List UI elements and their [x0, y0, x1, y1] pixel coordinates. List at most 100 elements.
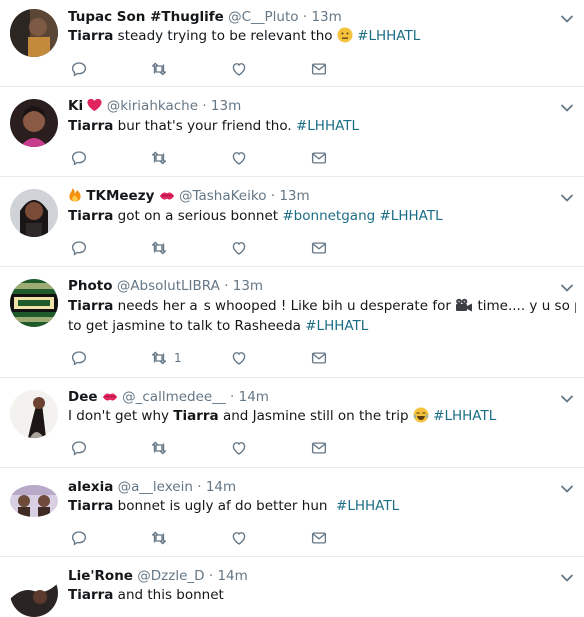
- display-name[interactable]: Lie'Rone: [68, 568, 133, 584]
- envelope-icon: [310, 439, 328, 457]
- hashtag[interactable]: #LHHATL: [380, 208, 443, 224]
- username[interactable]: @_callmedee__: [122, 389, 226, 405]
- timestamp[interactable]: 13m: [211, 98, 241, 114]
- heart-icon: [87, 98, 102, 112]
- separator: ·: [208, 568, 214, 584]
- tweet-3[interactable]: TKMeezy @TashaKeiko · 13m Tiarra got on …: [0, 177, 584, 267]
- timestamp[interactable]: 14m: [206, 479, 236, 495]
- mention[interactable]: Tiarra: [173, 408, 218, 424]
- direct-message-button[interactable]: [310, 148, 328, 168]
- reply-icon: [70, 349, 88, 367]
- chevron-down-icon[interactable]: [560, 482, 574, 496]
- envelope-icon: [310, 60, 328, 78]
- text-body-end: time.... y u so pressed: [477, 298, 576, 314]
- kiss-icon: [159, 192, 174, 200]
- heart-icon: [230, 239, 248, 257]
- mention[interactable]: Tiarra: [68, 28, 113, 44]
- retweet-icon: [150, 529, 168, 547]
- hashtag[interactable]: #LHHATL: [296, 118, 359, 134]
- reply-icon: [70, 149, 88, 167]
- mention[interactable]: Tiarra: [68, 498, 113, 514]
- tweet-4[interactable]: Photo @AbsolutLIBRA · 13m Tiarra needs h…: [0, 267, 584, 378]
- mention[interactable]: Tiarra: [68, 208, 113, 224]
- separator: ·: [302, 9, 308, 25]
- timestamp[interactable]: 13m: [311, 9, 341, 25]
- username[interactable]: @Dzzle_D: [137, 568, 204, 584]
- chevron-down-icon[interactable]: [560, 392, 574, 406]
- hashtag-bonnetgang[interactable]: #bonnetgang: [282, 208, 375, 224]
- reply-button[interactable]: [70, 438, 88, 458]
- username[interactable]: @TashaKeiko: [179, 188, 266, 204]
- avatar[interactable]: [10, 569, 58, 617]
- display-name[interactable]: alexia: [68, 479, 113, 495]
- avatar[interactable]: [10, 485, 58, 517]
- retweet-button[interactable]: [150, 238, 168, 258]
- separator: ·: [270, 188, 276, 204]
- hashtag[interactable]: #LHHATL: [433, 408, 496, 424]
- direct-message-button[interactable]: [310, 438, 328, 458]
- chevron-down-icon[interactable]: [560, 281, 574, 295]
- heart-icon: [230, 60, 248, 78]
- reply-button[interactable]: [70, 238, 88, 258]
- chevron-down-icon[interactable]: [560, 101, 574, 115]
- username[interactable]: @kiriahkache: [107, 98, 198, 114]
- tweet-6[interactable]: alexia @a__lexein · 14m Tiarra bonnet is…: [0, 468, 584, 557]
- username[interactable]: @AbsolutLIBRA: [117, 278, 220, 294]
- chevron-down-icon[interactable]: [560, 191, 574, 205]
- mention[interactable]: Tiarra: [68, 118, 113, 134]
- chevron-down-icon[interactable]: [560, 12, 574, 26]
- display-name[interactable]: Photo: [68, 278, 113, 294]
- avatar[interactable]: [10, 9, 58, 57]
- reply-icon: [70, 439, 88, 457]
- timestamp[interactable]: 13m: [233, 278, 263, 294]
- text-body: steady trying to be relevant tho: [113, 28, 337, 44]
- hashtag[interactable]: #LHHATL: [336, 498, 399, 514]
- like-button[interactable]: [230, 348, 248, 368]
- tweet-5[interactable]: Dee @_callmedee__ · 14m I don't get why …: [0, 378, 584, 468]
- separator: ·: [202, 98, 207, 114]
- avatar[interactable]: [10, 99, 58, 147]
- hashtag[interactable]: #LHHATL: [357, 28, 420, 44]
- reply-button[interactable]: [70, 148, 88, 168]
- timestamp[interactable]: 14m: [217, 568, 247, 584]
- mention[interactable]: Tiarra: [68, 298, 113, 314]
- direct-message-button[interactable]: [310, 348, 328, 368]
- retweet-button[interactable]: 1: [150, 348, 182, 368]
- avatar[interactable]: [10, 390, 58, 438]
- username[interactable]: @a__lexein: [118, 479, 193, 495]
- avatar[interactable]: [10, 279, 58, 327]
- like-button[interactable]: [230, 238, 248, 258]
- display-name[interactable]: Dee: [68, 389, 98, 405]
- retweet-button[interactable]: [150, 148, 168, 168]
- mention[interactable]: Tiarra: [68, 587, 113, 603]
- tweet-7[interactable]: Lie'Rone @Dzzle_D · 14m Tiarra and this …: [0, 557, 584, 617]
- like-button[interactable]: [230, 148, 248, 168]
- timestamp[interactable]: 14m: [239, 389, 269, 405]
- retweet-icon: [150, 149, 168, 167]
- like-button[interactable]: [230, 438, 248, 458]
- avatar[interactable]: [10, 189, 58, 237]
- display-name[interactable]: TKMeezy: [86, 188, 154, 204]
- retweet-button[interactable]: [150, 59, 168, 79]
- tweet-text: Tiarra bur that's your friend tho. #LHHA…: [68, 117, 576, 136]
- hashtag[interactable]: #LHHATL: [305, 318, 368, 334]
- direct-message-button[interactable]: [310, 238, 328, 258]
- tweet-1[interactable]: Tupac Son #Thuglife @C__Pluto · 13m Tiar…: [0, 0, 584, 87]
- username[interactable]: @C__Pluto: [228, 9, 298, 25]
- direct-message-button[interactable]: [310, 59, 328, 79]
- reply-button[interactable]: [70, 348, 88, 368]
- direct-message-button[interactable]: [310, 528, 328, 548]
- retweet-button[interactable]: [150, 528, 168, 548]
- tweet-2[interactable]: Ki @kiriahkache · 13m Tiarra bur that's …: [0, 87, 584, 177]
- display-name[interactable]: Ki: [68, 98, 83, 114]
- retweet-button[interactable]: [150, 438, 168, 458]
- like-button[interactable]: [230, 528, 248, 548]
- reply-button[interactable]: [70, 528, 88, 548]
- movie-camera-icon: [456, 298, 473, 312]
- reply-icon: [70, 60, 88, 78]
- like-button[interactable]: [230, 59, 248, 79]
- display-name[interactable]: Tupac Son #Thuglife: [68, 9, 224, 25]
- reply-button[interactable]: [70, 59, 88, 79]
- chevron-down-icon[interactable]: [560, 571, 574, 585]
- timestamp[interactable]: 13m: [279, 188, 309, 204]
